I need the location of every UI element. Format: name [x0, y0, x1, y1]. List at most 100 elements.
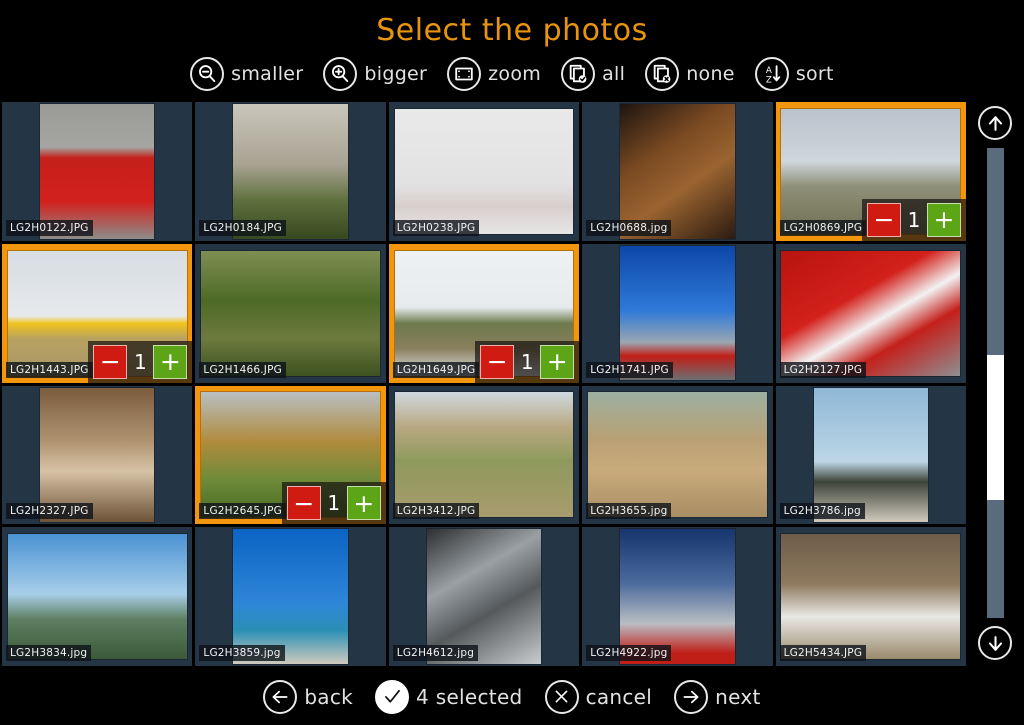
photo-filename: LG2H2327.JPG — [6, 503, 93, 520]
photo-thumbnail[interactable] — [781, 250, 961, 376]
vertical-scrollbar[interactable] — [966, 100, 1024, 668]
photo-count-value: 1 — [327, 491, 341, 516]
photo-picker-app: Select the photos smaller bigger zoom all no… — [0, 0, 1024, 725]
scrollbar-track[interactable] — [986, 148, 1004, 618]
photo-cell[interactable]: LG2H3786.jpg — [775, 385, 966, 525]
photo-thumbnail[interactable] — [620, 529, 735, 664]
increment-button[interactable]: + — [153, 344, 188, 379]
toolbar-item-none[interactable]: none — [645, 57, 735, 91]
photo-thumbnail[interactable] — [40, 387, 155, 523]
decrement-button[interactable]: − — [286, 486, 321, 521]
toolbar-item-sort[interactable]: A Z sort — [754, 57, 834, 91]
photo-cell[interactable]: LG2H4612.jpg — [388, 527, 580, 666]
photo-cell[interactable]: LG2H0122.JPG — [2, 102, 193, 241]
scrollbar-thumb[interactable] — [986, 354, 1004, 501]
toolbar-item-all[interactable]: all — [561, 57, 625, 91]
photo-thumbnail[interactable] — [781, 534, 961, 660]
magnifier-minus-icon[interactable] — [190, 57, 225, 91]
photo-cell[interactable]: LG2H2327.JPG — [2, 385, 193, 525]
toolbar-item-smaller[interactable]: smaller — [190, 57, 303, 91]
photo-filename: LG2H1466.JPG — [199, 361, 286, 378]
magnifier-plus-icon[interactable] — [323, 57, 358, 91]
photo-thumbnail[interactable] — [233, 529, 348, 664]
photo-grid-area: LG2H0122.JPG LG2H0184.JPG LG2H0238.JPG LG2H… — [0, 100, 966, 668]
photo-image — [201, 250, 381, 376]
photo-thumbnail[interactable] — [233, 104, 348, 239]
photo-filename: LG2H2127.JPG — [779, 361, 867, 378]
photo-cell[interactable]: LG2H0688.jpg — [582, 102, 773, 241]
check-circle-icon[interactable] — [375, 679, 410, 714]
photo-thumbnail[interactable] — [201, 250, 381, 376]
photo-filename: LG2H0869.JPG — [779, 219, 867, 236]
photo-filename: LG2H3859.jpg — [199, 645, 285, 661]
photo-filename: LG2H5434.JPG — [779, 645, 867, 661]
photo-filename: LG2H3412.JPG — [392, 503, 480, 520]
bottombar-item-4-selected[interactable]: 4 selected — [375, 679, 523, 714]
bottombar-item-back[interactable]: back — [263, 679, 353, 714]
cross-circle-icon[interactable] — [544, 679, 579, 714]
toolbar-item-label: sort — [795, 63, 834, 85]
photo-image — [40, 104, 155, 239]
photo-thumbnail[interactable] — [7, 534, 187, 660]
decrement-button[interactable]: − — [480, 344, 515, 379]
photo-grid: LG2H0122.JPG LG2H0184.JPG LG2H0238.JPG LG2H… — [0, 100, 966, 668]
photo-count-stepper[interactable]: −1 + — [88, 340, 193, 383]
decrement-button[interactable]: − — [866, 202, 901, 237]
photo-count-value: 1 — [520, 349, 534, 374]
photo-cell[interactable]: LG2H3834.jpg — [2, 527, 193, 666]
photo-count-value: 1 — [134, 349, 147, 374]
bottombar-item-next[interactable]: next — [674, 679, 761, 714]
photo-count-stepper[interactable]: −1 + — [475, 340, 580, 383]
toolbar-item-zoom[interactable]: zoom — [447, 57, 541, 91]
photo-image — [233, 529, 348, 664]
photo-count-stepper[interactable]: −1 + — [281, 482, 386, 525]
top-toolbar: smaller bigger zoom all none A Z sort — [0, 57, 1024, 91]
photo-thumbnail[interactable] — [587, 392, 767, 518]
photo-thumbnail[interactable] — [394, 108, 574, 234]
pages-check-icon[interactable] — [561, 57, 596, 91]
bottombar-item-cancel[interactable]: cancel — [544, 679, 653, 714]
photo-cell[interactable]: LG2H0238.JPG — [388, 102, 580, 241]
photo-thumbnail[interactable] — [426, 529, 542, 664]
photo-filename: LG2H3786.jpg — [779, 503, 865, 520]
photo-cell[interactable]: LG2H1649.JPG −1 + — [388, 243, 580, 383]
photo-cell[interactable]: LG2H2127.JPG — [775, 243, 966, 383]
photo-cell[interactable]: LG2H1443.JPG −1 + — [2, 243, 193, 383]
pages-cross-icon[interactable] — [645, 57, 680, 91]
photo-thumbnail[interactable] — [394, 392, 574, 518]
photo-filename: LG2H4612.jpg — [392, 645, 479, 661]
photo-cell[interactable]: LG2H3859.jpg — [195, 527, 386, 666]
toolbar-item-bigger[interactable]: bigger — [323, 57, 427, 91]
zoom-frame-icon[interactable] — [447, 57, 482, 91]
increment-button[interactable]: + — [926, 202, 961, 237]
increment-button[interactable]: + — [540, 344, 575, 379]
increment-button[interactable]: + — [346, 486, 381, 521]
photo-cell[interactable]: LG2H1741.JPG — [582, 243, 773, 383]
sort-az-icon[interactable]: AZ — [754, 57, 789, 91]
arrow-down-icon[interactable] — [978, 626, 1012, 660]
photo-thumbnail[interactable] — [40, 104, 155, 239]
photo-image — [7, 534, 187, 660]
photo-filename: LG2H4922.jpg — [586, 645, 672, 661]
photo-image — [620, 104, 735, 239]
photo-thumbnail[interactable] — [620, 245, 735, 381]
photo-thumbnail[interactable] — [620, 104, 735, 239]
decrement-button[interactable]: − — [93, 344, 128, 379]
arrow-up-icon[interactable] — [978, 106, 1012, 140]
photo-image — [40, 387, 155, 523]
photo-image — [620, 529, 735, 664]
photo-cell[interactable]: LG2H3412.JPG — [388, 385, 580, 525]
toolbar-item-label: all — [602, 63, 626, 85]
photo-cell[interactable]: LG2H0184.JPG — [195, 102, 386, 241]
bottombar-item-label: cancel — [585, 684, 653, 709]
photo-cell[interactable]: LG2H4922.jpg — [582, 527, 773, 666]
photo-cell[interactable]: LG2H1466.JPG — [195, 243, 386, 383]
photo-cell[interactable]: LG2H5434.JPG — [775, 527, 966, 666]
photo-thumbnail[interactable] — [813, 387, 928, 523]
arrow-left-circle-icon[interactable] — [263, 679, 298, 714]
photo-cell[interactable]: LG2H2645.JPG −1 + — [195, 385, 386, 525]
photo-cell[interactable]: LG2H0869.JPG −1 + — [775, 102, 966, 241]
photo-cell[interactable]: LG2H3655.jpg — [582, 385, 773, 525]
photo-count-stepper[interactable]: −1 + — [861, 198, 966, 241]
arrow-right-circle-icon[interactable] — [674, 679, 709, 714]
